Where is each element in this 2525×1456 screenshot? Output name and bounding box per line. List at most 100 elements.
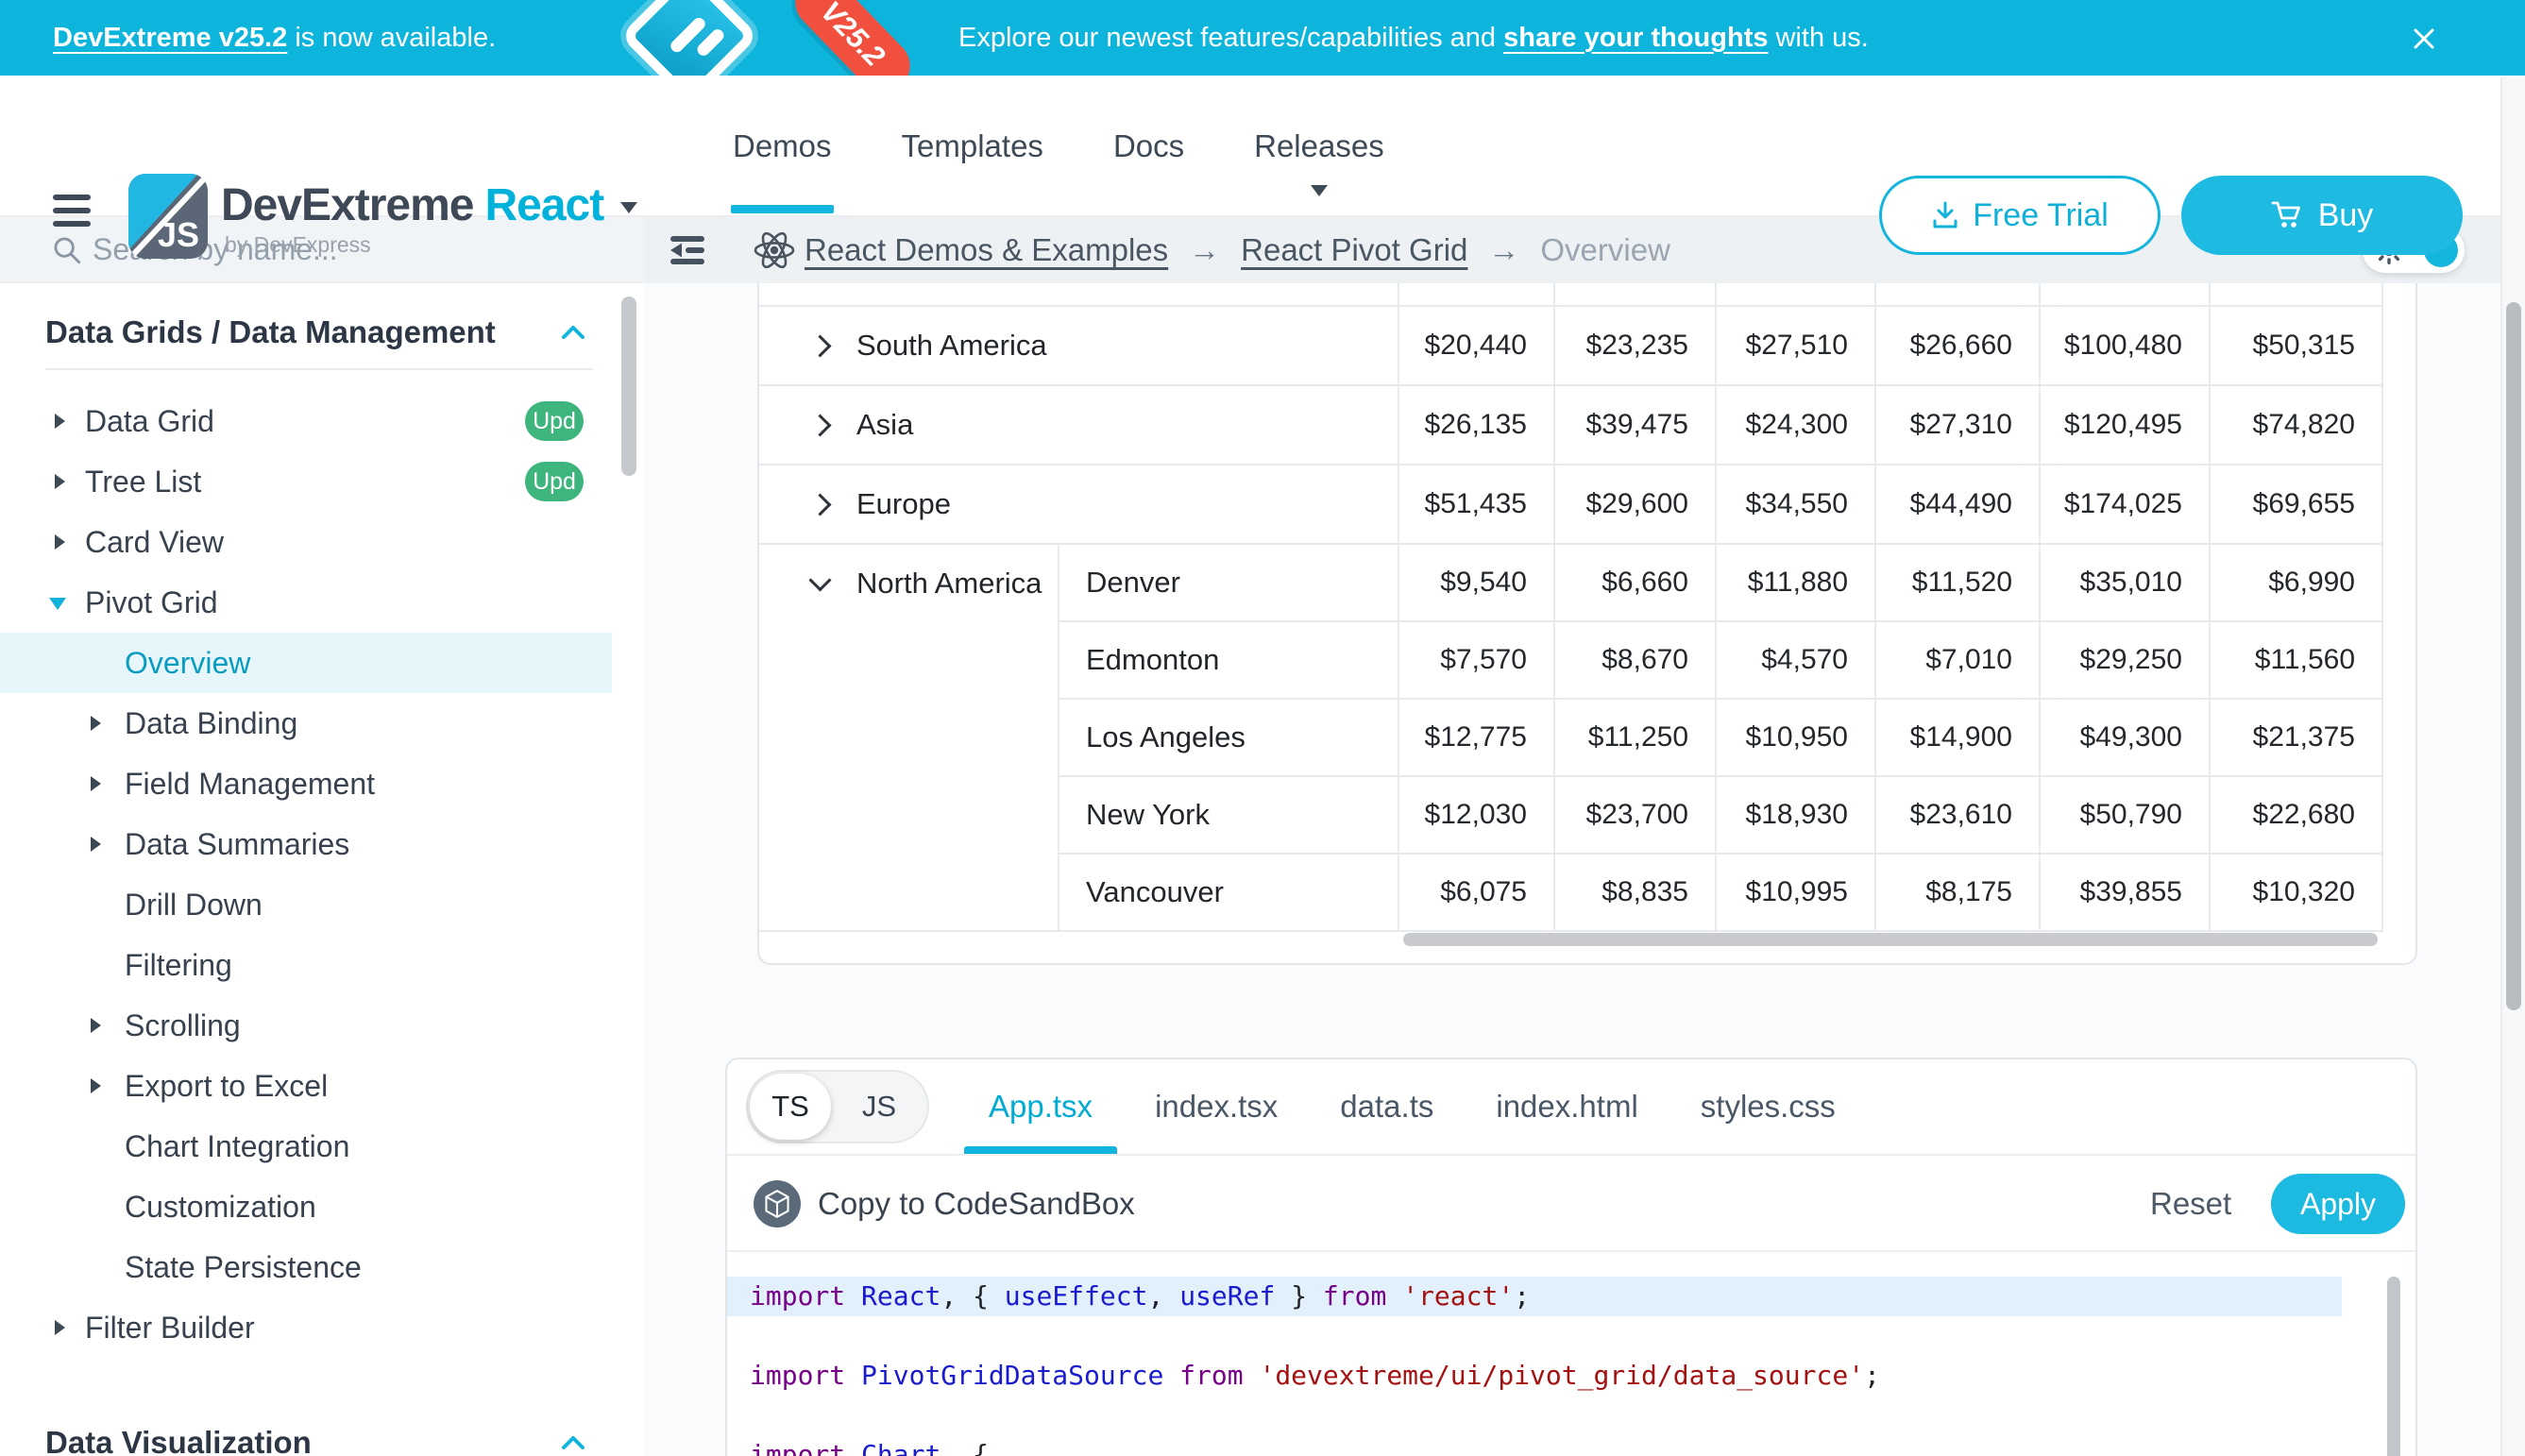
tab-index-tsx[interactable]: index.tsx — [1155, 1059, 1278, 1154]
pivot-region-asia[interactable]: Asia — [759, 385, 1398, 465]
expand-chevron-icon — [808, 334, 831, 357]
sidebar-item-field-management[interactable]: Field Management — [0, 753, 612, 814]
close-icon — [2410, 25, 2438, 53]
language-toggle[interactable]: TS JS — [746, 1070, 929, 1143]
nav-item-releases[interactable]: Releases — [1254, 76, 1384, 217]
pivot-value-cell: $23,700 — [1554, 776, 1716, 854]
page-scrollbar-track[interactable] — [2500, 77, 2525, 1456]
nav-item-demos[interactable]: Demos — [733, 76, 832, 217]
language-ts-option[interactable]: TS — [750, 1074, 831, 1140]
app-header: JS DevExtremeReact by DevExpress DemosTe… — [0, 76, 2525, 217]
sidebar-item-data-grid[interactable]: Data GridUpd — [0, 391, 612, 451]
collapse-sidebar-button[interactable] — [667, 231, 710, 269]
platform-selector[interactable]: React — [485, 180, 604, 230]
pivot-region-europe[interactable]: Europe — [759, 465, 1398, 544]
pivot-value-cell — [1398, 283, 1554, 306]
tab-styles-css[interactable]: styles.css — [1701, 1059, 1836, 1154]
code-line — [727, 1316, 2415, 1356]
pivot-value-cell: $29,250 — [2040, 621, 2210, 699]
nav-item-label: Releases — [1254, 128, 1384, 164]
pivot-value-cell: $8,670 — [1554, 621, 1716, 699]
page-scrollbar-thumb[interactable] — [2506, 302, 2521, 1010]
buy-button[interactable]: Buy — [2181, 176, 2463, 255]
sidebar-item-state-persistence[interactable]: State Persistence — [0, 1237, 612, 1297]
pivot-value-cell — [1875, 283, 2040, 306]
sidebar-item-card-view[interactable]: Card View — [0, 512, 612, 572]
pivot-value-cell: $27,310 — [1875, 385, 2040, 465]
pivot-value-cell: $11,880 — [1716, 544, 1875, 621]
nav-item-docs[interactable]: Docs — [1113, 76, 1184, 217]
banner-announcement-text: is now available. — [287, 23, 496, 54]
pivot-value-cell: $49,300 — [2040, 699, 2210, 776]
pivot-value-cell: $7,010 — [1875, 621, 2040, 699]
sidebar-item-label: Overview — [125, 646, 250, 681]
apply-button[interactable]: Apply — [2271, 1174, 2405, 1234]
sidebar-section-data-visualization[interactable]: Data Visualization — [0, 1407, 612, 1456]
copy-to-codesandbox-link[interactable]: Copy to CodeSandBox — [818, 1156, 1135, 1252]
code-editor[interactable]: import React, { useEffect, useRef } from… — [727, 1252, 2415, 1456]
pivot-value-cell: $6,075 — [1398, 854, 1554, 931]
collapse-arrow-icon — [91, 776, 101, 791]
sidebar-item-customization[interactable]: Customization — [0, 1177, 612, 1237]
pivot-horizontal-scrollbar[interactable] — [1403, 933, 2378, 946]
devextreme-js-logo[interactable]: JS — [128, 174, 208, 259]
pivot-value-cell: $26,660 — [1875, 306, 2040, 385]
pivot-value-cell: $23,610 — [1875, 776, 2040, 854]
sidebar-section-data-grids[interactable]: Data Grids / Data Management — [0, 296, 612, 368]
sidebar-item-drill-down[interactable]: Drill Down — [0, 874, 612, 935]
hamburger-menu-icon[interactable] — [53, 195, 91, 234]
pivot-city-los-angeles: Los Angeles — [1059, 699, 1398, 776]
pivot-grid[interactable]: South America$20,440$23,235$27,510$26,66… — [759, 283, 2383, 932]
breadcrumb-react-demos-examples[interactable]: React Demos & Examples — [805, 232, 1168, 268]
sidebar-item-overview[interactable]: Overview — [0, 633, 612, 693]
breadcrumb-react-pivot-grid[interactable]: React Pivot Grid — [1241, 232, 1467, 268]
pivot-city-vancouver: Vancouver — [1059, 854, 1398, 931]
main-nav: Demos Templates Docs Releases — [733, 76, 1384, 217]
banner-close-button[interactable] — [2410, 23, 2442, 55]
tab-data-ts[interactable]: data.ts — [1340, 1059, 1433, 1154]
tab-app-tsx[interactable]: App.tsx — [989, 1059, 1093, 1154]
sidebar-item-scrolling[interactable]: Scrolling — [0, 995, 612, 1056]
pivot-value-cell: $9,540 — [1398, 544, 1554, 621]
pivot-value-cell: $10,950 — [1716, 699, 1875, 776]
sidebar-item-data-summaries[interactable]: Data Summaries — [0, 814, 612, 874]
pivot-value-cell: $100,480 — [2040, 306, 2210, 385]
codesandbox-icon — [754, 1180, 801, 1227]
pivot-value-cell: $69,655 — [2210, 465, 2382, 544]
brand-subtitle: by DevExpress — [225, 232, 371, 258]
sidebar-item-label: Filter Builder — [85, 1311, 255, 1346]
sidebar-item-data-binding[interactable]: Data Binding — [0, 693, 612, 753]
brand-title[interactable]: DevExtremeReact — [221, 179, 637, 231]
pivot-region-north-america[interactable]: North America — [759, 544, 1059, 931]
pivot-region-south-america[interactable]: South America — [759, 306, 1398, 385]
tab-index-html[interactable]: index.html — [1496, 1059, 1637, 1154]
code-scrollbar[interactable] — [2387, 1277, 2400, 1456]
sidebar-item-tree-list[interactable]: Tree ListUpd — [0, 451, 612, 512]
pivot-row-denver: North AmericaDenver$9,540$6,660$11,880$1… — [759, 544, 2382, 621]
collapse-arrow-icon — [91, 716, 101, 731]
pivot-value-cell: $44,490 — [1875, 465, 2040, 544]
code-line: import Chart, { — [727, 1435, 2415, 1456]
banner-announcement: DevExtreme v25.2 is now available. — [53, 0, 496, 76]
sidebar-item-pivot-grid[interactable]: Pivot Grid — [0, 572, 612, 633]
banner-version-link[interactable]: DevExtreme v25.2 — [53, 23, 287, 54]
pivot-city-denver: Denver — [1059, 544, 1398, 621]
reset-button[interactable]: Reset — [2150, 1156, 2231, 1252]
page: DevExtreme v25.2 is now available. V25.2… — [0, 0, 2525, 1456]
share-your-thoughts-link[interactable]: share your thoughts — [1503, 23, 1768, 54]
sidebar-item-export-to-excel[interactable]: Export to Excel — [0, 1056, 612, 1116]
collapse-arrow-icon — [55, 1320, 65, 1335]
sidebar-scrollbar[interactable] — [621, 296, 636, 476]
sidebar-item-filtering[interactable]: Filtering — [0, 935, 612, 995]
pivot-value-cell: $8,835 — [1554, 854, 1716, 931]
language-js-option[interactable]: JS — [831, 1072, 927, 1142]
pivot-value-cell: $29,600 — [1554, 465, 1716, 544]
expand-chevron-icon — [808, 414, 831, 436]
pivot-city-edmonton: Edmonton — [1059, 621, 1398, 699]
nav-item-templates[interactable]: Templates — [902, 76, 1043, 217]
free-trial-button[interactable]: Free Trial — [1879, 176, 2161, 255]
sidebar-item-chart-integration[interactable]: Chart Integration — [0, 1116, 612, 1177]
sidebar-item-filter-builder[interactable]: Filter Builder — [0, 1297, 612, 1358]
collapse-arrow-icon — [55, 414, 65, 429]
js-monogram: JS — [158, 215, 199, 255]
